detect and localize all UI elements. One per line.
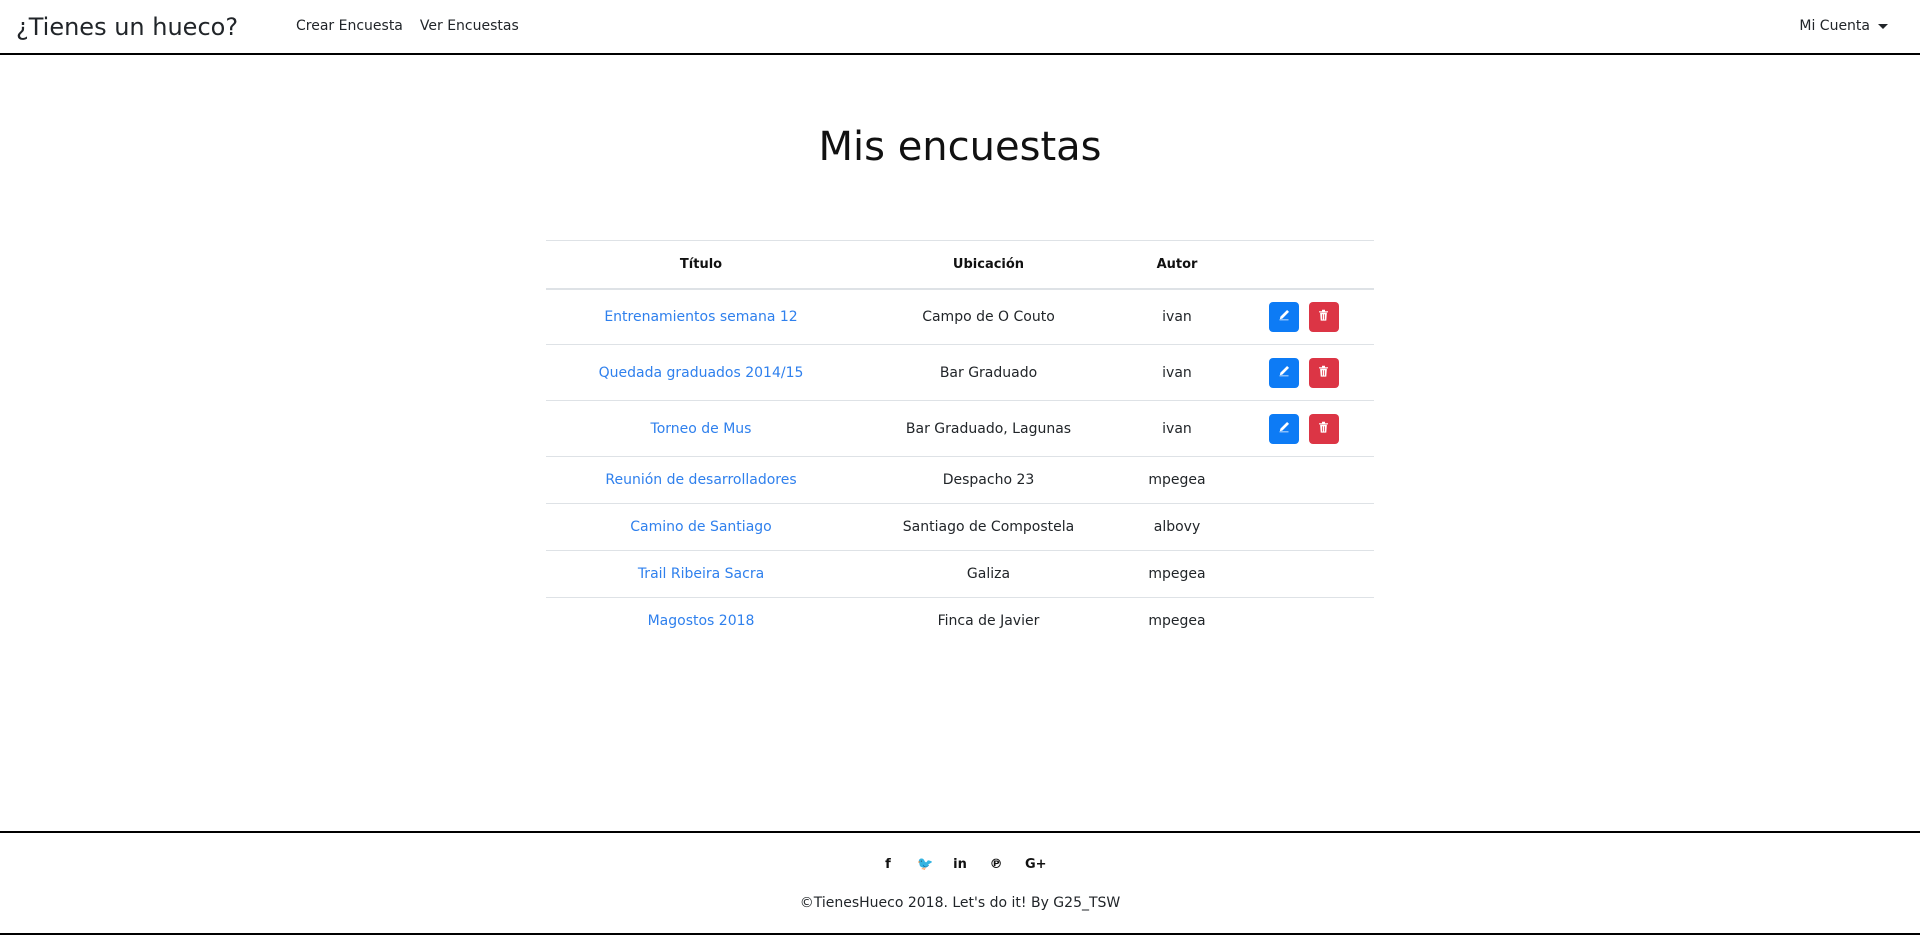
navbar: ¿Tienes un hueco? Crear Encuesta Ver Enc…	[0, 0, 1920, 55]
cell-location: Finca de Javier	[937, 613, 1040, 630]
survey-title-link[interactable]: Reunión de desarrolladores	[605, 472, 796, 488]
brand-link[interactable]: ¿Tienes un hueco?	[16, 13, 238, 41]
nav-links: Crear Encuesta Ver Encuestas	[296, 18, 519, 34]
header-actions	[1233, 240, 1374, 290]
facebook-icon[interactable]: f	[881, 857, 895, 872]
google-plus-icon[interactable]: G+	[1025, 857, 1047, 872]
pencil-icon	[1278, 309, 1290, 324]
trash-icon	[1318, 421, 1329, 436]
account-label: Mi Cuenta	[1799, 18, 1870, 34]
cell-actions	[1233, 288, 1374, 345]
row-actions	[1233, 357, 1374, 388]
linkedin-icon[interactable]: in	[953, 857, 967, 872]
page-title: Mis encuestas	[818, 124, 1102, 170]
cell-location: Santiago de Compostela	[856, 503, 1121, 551]
caret-down-icon	[1878, 24, 1888, 29]
cell-location: Bar Graduado, Lagunas	[856, 400, 1121, 457]
cell-title: Entrenamientos semana 12	[546, 288, 856, 345]
cell-actions	[1233, 400, 1374, 457]
edit-button[interactable]	[1268, 357, 1299, 388]
cell-title: Camino de Santiago	[546, 503, 856, 551]
cell-author: ivan	[1121, 288, 1233, 345]
edit-button[interactable]	[1268, 413, 1299, 444]
nav-ver-encuestas[interactable]: Ver Encuestas	[420, 18, 519, 34]
survey-title-link[interactable]: Camino de Santiago	[630, 519, 771, 535]
cell-location: Despacho 23	[856, 456, 1121, 504]
account-dropdown[interactable]: Mi Cuenta	[1799, 18, 1888, 34]
cell-location: Campo de O Couto	[856, 288, 1121, 345]
cell-actions	[1233, 344, 1374, 401]
cell-author: mpegea	[1121, 550, 1233, 598]
twitter-icon[interactable]: 🐦	[917, 857, 933, 872]
cell-author: albovy	[1121, 503, 1233, 551]
cell-title: Torneo de Mus	[546, 400, 856, 457]
cell-actions	[1233, 503, 1374, 551]
copyright-text: ©TienesHueco 2018. Let's do it! By G25_T…	[799, 895, 1121, 911]
table-row: Entrenamientos semana 12 Campo de O Couto…	[546, 288, 1374, 345]
surveys-table: Título Ubicación Autor Entrenamientos se…	[546, 240, 1374, 645]
cell-author: mpegea	[1148, 613, 1206, 630]
cell-actions	[1233, 598, 1374, 645]
row-actions	[1233, 301, 1374, 332]
cell-location: Galiza	[856, 550, 1121, 598]
table-row: Quedada graduados 2014/15 Bar Graduado iva…	[546, 344, 1374, 401]
survey-title-link[interactable]: Trail Ribeira Sacra	[638, 566, 764, 582]
nav-crear-encuesta[interactable]: Crear Encuesta	[296, 18, 403, 34]
trash-icon	[1318, 309, 1329, 324]
survey-title-link[interactable]: Quedada graduados 2014/15	[599, 365, 804, 381]
table-row: Trail Ribeira Sacra Galiza mpegea	[546, 550, 1374, 598]
pencil-icon	[1278, 365, 1290, 380]
cell-author: ivan	[1121, 400, 1233, 457]
survey-title-link[interactable]: Torneo de Mus	[651, 421, 752, 437]
delete-button[interactable]	[1308, 413, 1339, 444]
delete-button[interactable]	[1308, 357, 1339, 388]
table-row: Magostos 2018 Finca de Javier mpegea	[546, 598, 1374, 645]
survey-title-link[interactable]: Magostos 2018	[648, 613, 755, 629]
row-actions	[1233, 413, 1374, 444]
table-row: Reunión de desarrolladores Despacho 23 mpe…	[546, 456, 1374, 504]
surveys-table-wrap: Título Ubicación Autor Entrenamientos se…	[546, 240, 1374, 645]
edit-button[interactable]	[1268, 301, 1299, 332]
pencil-icon	[1278, 421, 1290, 436]
header-titulo: Título	[546, 240, 856, 290]
social-links: f 🐦 in ℗ G+	[0, 857, 1920, 872]
trash-icon	[1318, 365, 1329, 380]
table-body: Entrenamientos semana 12 Campo de O Couto…	[546, 288, 1374, 645]
cell-actions	[1233, 550, 1374, 598]
cell-title: Quedada graduados 2014/15	[546, 344, 856, 401]
table-header-row: Título Ubicación Autor	[546, 240, 1374, 290]
survey-title-link[interactable]: Entrenamientos semana 12	[604, 309, 797, 325]
header-autor: Autor	[1121, 240, 1233, 290]
cell-author: ivan	[1121, 344, 1233, 401]
cell-title: Trail Ribeira Sacra	[546, 550, 856, 598]
cell-author: mpegea	[1121, 456, 1233, 504]
pinterest-icon[interactable]: ℗	[989, 857, 1003, 872]
table-row: Camino de Santiago Santiago de Compostela…	[546, 503, 1374, 551]
cell-title: Magostos 2018	[546, 598, 856, 645]
cell-title: Reunión de desarrolladores	[546, 456, 856, 504]
delete-button[interactable]	[1308, 301, 1339, 332]
footer: f 🐦 in ℗ G+ ©TienesHueco 2018. Let's do it! …	[0, 831, 1920, 935]
table-row: Torneo de Mus Bar Graduado, Lagunas ivan	[546, 400, 1374, 457]
cell-location: Bar Graduado	[856, 344, 1121, 401]
header-ubicacion: Ubicación	[856, 240, 1121, 290]
cell-actions	[1233, 456, 1374, 504]
